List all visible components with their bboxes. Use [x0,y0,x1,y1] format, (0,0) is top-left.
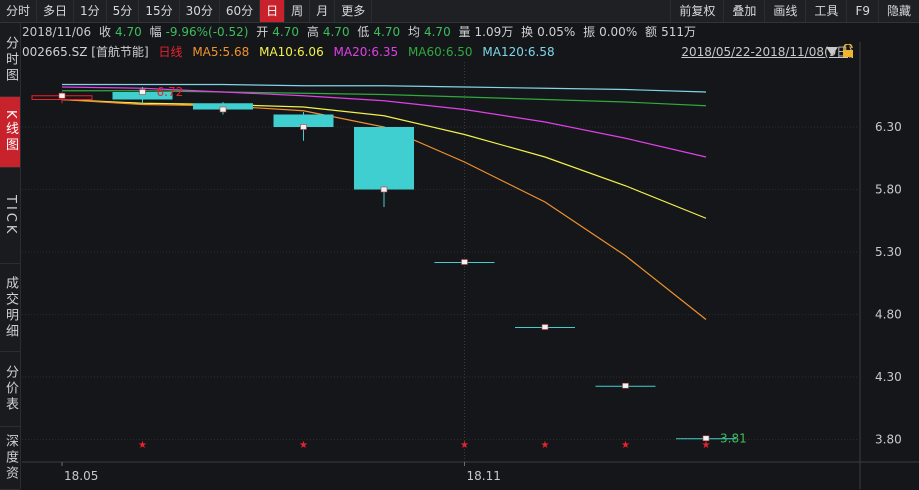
sidebar-tab-label: 成交明细 [3,275,18,340]
legend-ma20: MA20:6.35 [333,45,399,59]
open-value: 4.70 [272,25,300,39]
turnover-value: 0.05% [537,25,576,39]
signal-star: ★ [460,440,469,451]
signal-star: ★ [702,440,711,451]
signal-star: ★ [138,440,147,451]
period-tab-0[interactable]: 分时 [0,0,38,22]
sidebar-tab-1[interactable]: K线图 [0,97,20,168]
change-label: 幅 [149,25,162,39]
sidebar-tab-0[interactable]: 分时图 [0,23,20,97]
x-tick-label: 18.11 [467,469,501,483]
legend-ma5: MA5:5.68 [192,45,250,59]
amount-value: 511万 [661,25,696,39]
close-marker [219,106,227,113]
legend-period: 日线 [158,45,183,59]
toolbar-button-1[interactable]: 叠加 [723,0,764,22]
period-tab-7[interactable]: 日 [260,0,286,22]
toolbar-button-4[interactable]: F9 [846,0,878,22]
toolbar-button-0[interactable]: 前复权 [670,0,723,22]
avg-label: 均 [407,25,420,39]
toolbar-button-5[interactable]: 隐藏 [877,0,919,22]
period-tab-2[interactable]: 1分 [74,0,107,22]
close-marker [622,382,629,389]
info-date: 2018/11/06 [22,25,92,39]
open-label: 开 [256,25,269,39]
high-label: 高 [306,25,319,39]
sidebar-tab-3[interactable]: 成交明细 [0,264,20,352]
stock-code: 002665.SZ [首航节能] [22,45,149,59]
signal-star: ★ [299,440,308,451]
price-annotation: 3.81 [720,431,747,445]
period-tab-5[interactable]: 30分 [180,0,220,22]
low-label: 低 [357,25,370,39]
high-value: 4.70 [322,25,350,39]
sidebar-tab-2[interactable]: TICK [0,168,20,264]
y-tick-label: 4.80 [875,308,902,322]
period-tab-1[interactable]: 多日 [37,0,75,22]
change-value: -9.96%(-0.52) [165,25,249,39]
close-marker [139,89,146,95]
toolbar-right: 前复权 叠加 画线 工具 F9 隐藏 [670,0,919,22]
kline-chart[interactable]: 6.30 5.80 5.30 4.80 4.30 3.80 18.05 18.11 6.72 3.… [0,0,919,489]
toolbar-button-3[interactable]: 工具 [805,0,846,22]
close-marker [300,124,307,130]
turnover-label: 换 [521,25,534,39]
volume-label: 量 [458,25,471,39]
info-bar: 2018/11/06 收 4.70 幅 -9.96%(-0.52) 开 4.70 高4… [22,23,919,42]
ma-legend: 002665.SZ [首航节能] 日线 MA5:5.68 MA10:6.06 M… [22,44,561,60]
close-marker [461,259,468,265]
close-label: 收 [99,25,112,39]
x-tick-label: 18.05 [64,469,98,483]
toolbar: 分时 多日 1分 5分 15分 30分 60分日周月更多 前复权 叠加 画线 工具 F9 隐藏 [0,0,919,23]
y-tick-label: 5.30 [875,245,902,259]
left-sidebar: 分时图 K线图 TICK 成交明细分价表深度资 [0,23,21,490]
sidebar-tab-label: 分价表 [3,365,18,413]
lock-icon[interactable] [841,44,855,58]
y-tick-label: 5.80 [875,183,902,197]
candle-body [354,127,414,190]
toolbar-button-2[interactable]: 画线 [764,0,805,22]
sidebar-tab-4[interactable]: 分价表 [0,352,20,427]
close-marker [380,186,388,193]
y-tick-label: 3.80 [875,433,902,447]
y-tick-label: 4.30 [875,370,902,384]
legend-ma10: MA10:6.06 [259,45,324,59]
close-marker [58,92,66,99]
low-value: 4.70 [373,25,401,39]
price-annotation: 6.72 [157,85,184,99]
volume-value: 1.09万 [474,25,514,39]
amplitude-value: 0.00% [599,25,638,39]
period-tab-6[interactable]: 60分 [220,0,261,22]
amount-label: 额 [645,25,658,39]
sidebar-tab-label: 分时图 [3,35,18,84]
signal-star: ★ [621,440,630,451]
period-tab-10[interactable]: 更多 [335,0,373,22]
legend-ma60: MA60:6.50 [407,45,473,59]
period-tabs: 分时 多日 1分 5分 15分 30分 60分日周月更多 [0,0,373,22]
avg-value: 4.70 [423,25,451,39]
sidebar-tab-5[interactable]: 深度资 [0,427,20,490]
sidebar-tab-label: TICK [3,194,18,237]
y-tick-label: 6.30 [875,120,902,134]
signal-star: ★ [541,440,550,451]
sidebar-tab-label: K线图 [3,110,18,154]
period-tab-9[interactable]: 月 [310,0,336,22]
sidebar-tab-label: 深度资 [3,434,18,482]
legend-ma120: MA120:6.58 [482,45,555,59]
period-tab-3[interactable]: 5分 [107,0,140,22]
period-tab-4[interactable]: 15分 [139,0,180,22]
period-tab-8[interactable]: 周 [285,0,311,22]
range-dropdown-icon[interactable] [826,47,838,56]
close-marker [541,324,549,330]
amplitude-label: 振 [583,25,596,39]
close-value: 4.70 [115,25,142,39]
